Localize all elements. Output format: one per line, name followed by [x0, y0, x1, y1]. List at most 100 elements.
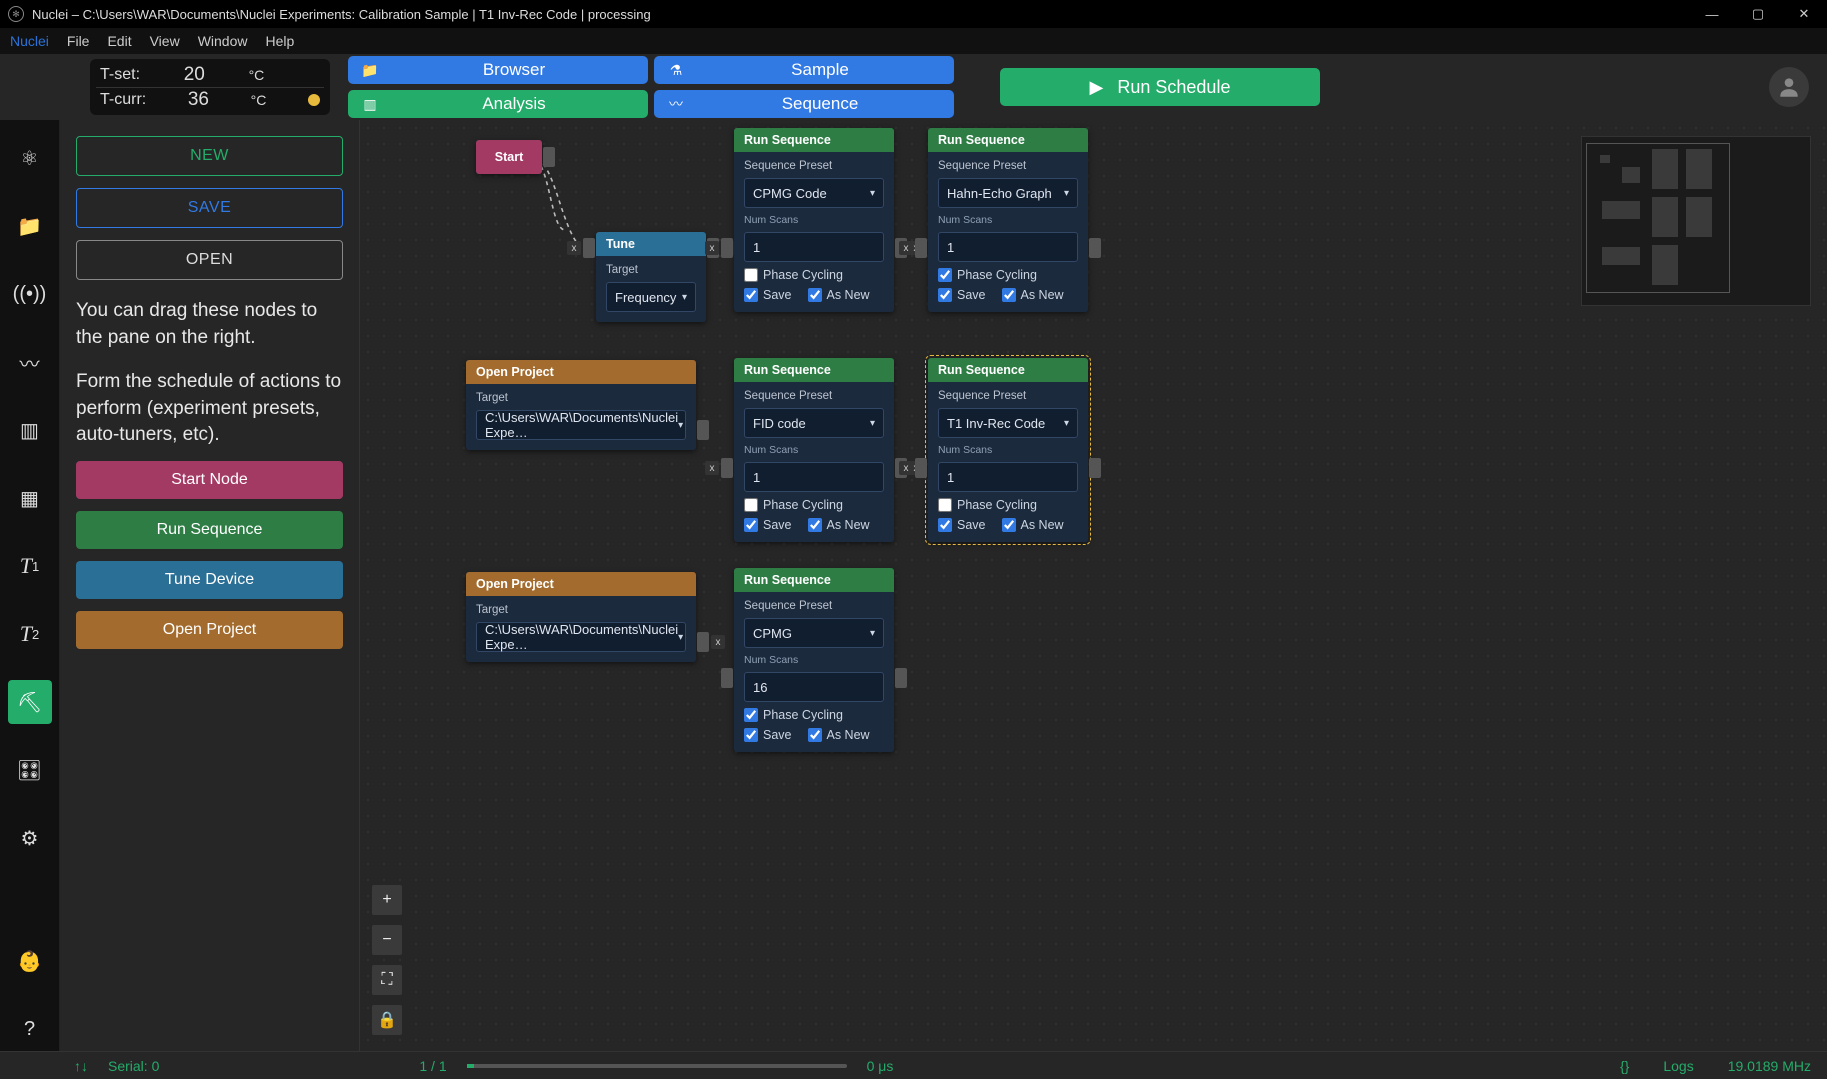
node-run-5[interactable]: Run Sequence Sequence Preset CPMG▾ Num S…: [734, 568, 894, 752]
preset-select[interactable]: Hahn-Echo Graph▾: [938, 178, 1078, 208]
project-path-select[interactable]: C:\Users\WAR\Documents\Nuclei Expe…▾: [476, 622, 686, 652]
menu-view[interactable]: View: [150, 33, 180, 49]
node-run-4[interactable]: x Run Sequence Sequence Preset T1 Inv-Re…: [928, 358, 1088, 542]
menu-edit[interactable]: Edit: [107, 33, 131, 49]
preset-select[interactable]: FID code▾: [744, 408, 884, 438]
zoom-in-button[interactable]: +: [372, 885, 402, 915]
asnew-check[interactable]: [808, 288, 822, 302]
menu-window[interactable]: Window: [198, 33, 248, 49]
node-run-3[interactable]: x Run Sequence Sequence Preset FID code▾…: [734, 358, 894, 542]
folder-icon[interactable]: 📁: [8, 204, 52, 248]
node-start[interactable]: Start: [476, 140, 542, 174]
port-out[interactable]: x: [697, 632, 709, 652]
asnew-check[interactable]: [808, 518, 822, 532]
save-check[interactable]: [744, 728, 758, 742]
user-avatar[interactable]: [1769, 67, 1809, 107]
zoom-out-button[interactable]: −: [372, 925, 402, 955]
menu-help[interactable]: Help: [265, 33, 294, 49]
zoom-fit-button[interactable]: ⛶: [372, 965, 402, 995]
bar-chart-icon[interactable]: ▥: [8, 408, 52, 452]
preset-select[interactable]: T1 Inv-Rec Code▾: [938, 408, 1078, 438]
t1-icon[interactable]: T1: [8, 544, 52, 588]
window-title: Nuclei – C:\Users\WAR\Documents\Nuclei E…: [32, 7, 651, 22]
run-schedule-button[interactable]: ▶ Run Schedule: [1000, 68, 1320, 106]
close-button[interactable]: ✕: [1781, 0, 1827, 28]
port-in[interactable]: [721, 668, 733, 688]
serial-arrows[interactable]: ↑↓: [74, 1058, 88, 1074]
logs-braces[interactable]: {}: [1620, 1058, 1629, 1074]
node-run1-title: Run Sequence: [734, 128, 894, 152]
zoom-lock-button[interactable]: 🔒: [372, 1005, 402, 1035]
palette-run-node[interactable]: Run Sequence: [76, 511, 343, 549]
preset-select[interactable]: CPMG▾: [744, 618, 884, 648]
graph-canvas[interactable]: Start x Tune Target Frequency▾ x x Run S…: [360, 120, 1827, 1051]
t2-icon[interactable]: T2: [8, 612, 52, 656]
phase-check[interactable]: [938, 268, 952, 282]
minimize-button[interactable]: —: [1689, 0, 1735, 28]
top-toolbar: T-set: 20 °C T-curr: 36 °C 📁Browser ⚗Sam…: [0, 54, 1827, 120]
save-check[interactable]: [938, 288, 952, 302]
science-icon[interactable]: ⚛: [8, 136, 52, 180]
save-check[interactable]: [744, 518, 758, 532]
tune-target-select[interactable]: Frequency▾: [606, 282, 696, 312]
node-run-2[interactable]: x Run Sequence Sequence Preset Hahn-Echo…: [928, 128, 1088, 312]
save-check[interactable]: [938, 518, 952, 532]
phase-check[interactable]: [744, 708, 758, 722]
port-in[interactable]: x: [583, 238, 595, 258]
settings-icon[interactable]: ⚙: [8, 816, 52, 860]
phase-check[interactable]: [744, 268, 758, 282]
tab-sequence[interactable]: 〰Sequence: [654, 90, 954, 118]
tab-sample[interactable]: ⚗Sample: [654, 56, 954, 84]
node-open-1[interactable]: Open Project Target C:\Users\WAR\Documen…: [466, 360, 696, 450]
menu-app[interactable]: Nuclei: [10, 33, 49, 49]
asnew-check[interactable]: [808, 728, 822, 742]
phase-check[interactable]: [938, 498, 952, 512]
palette-open-node[interactable]: Open Project: [76, 611, 343, 649]
line-chart-icon[interactable]: 〰: [8, 340, 52, 384]
preset-select[interactable]: CPMG Code▾: [744, 178, 884, 208]
scans-input[interactable]: [744, 462, 884, 492]
port-in[interactable]: x: [915, 238, 927, 258]
project-path-select[interactable]: C:\Users\WAR\Documents\Nuclei Expe…▾: [476, 410, 686, 440]
logs-button[interactable]: Logs: [1663, 1058, 1693, 1074]
asnew-check[interactable]: [1002, 288, 1016, 302]
port-in[interactable]: x: [721, 458, 733, 478]
node-run-1[interactable]: x Run Sequence Sequence Preset CPMG Code…: [734, 128, 894, 312]
tcurr-value: 36: [188, 89, 209, 111]
port-out[interactable]: [1089, 238, 1101, 258]
minimap[interactable]: [1581, 136, 1811, 306]
tset-value[interactable]: 20: [184, 64, 205, 86]
scans-input[interactable]: [744, 672, 884, 702]
port-out[interactable]: [895, 668, 907, 688]
port-in[interactable]: x: [915, 458, 927, 478]
port-in[interactable]: x: [721, 238, 733, 258]
phase-check[interactable]: [744, 498, 758, 512]
node-start-label: Start: [476, 140, 542, 174]
asnew-check[interactable]: [1002, 518, 1016, 532]
broadcast-icon[interactable]: ((•)): [8, 272, 52, 316]
scans-input[interactable]: [938, 462, 1078, 492]
node-open-2[interactable]: Open Project Target C:\Users\WAR\Documen…: [466, 572, 696, 662]
maximize-button[interactable]: ▢: [1735, 0, 1781, 28]
scans-input[interactable]: [938, 232, 1078, 262]
schedule-editor-icon[interactable]: ⛏: [8, 680, 52, 724]
stroller-icon[interactable]: 👶: [8, 939, 52, 983]
tab-browser[interactable]: 📁Browser: [348, 56, 648, 84]
port-out[interactable]: [543, 147, 555, 167]
port-out[interactable]: [1089, 458, 1101, 478]
apps-add-icon[interactable]: ▦: [8, 476, 52, 520]
port-out[interactable]: [697, 420, 709, 440]
menu-bar: Nuclei File Edit View Window Help: [0, 28, 1827, 54]
tab-analysis[interactable]: ▥Analysis: [348, 90, 648, 118]
menu-file[interactable]: File: [67, 33, 90, 49]
help-icon[interactable]: ?: [8, 1007, 52, 1051]
save-button[interactable]: SAVE: [76, 188, 343, 228]
device-icon[interactable]: 🎛: [8, 748, 52, 792]
node-tune[interactable]: x Tune Target Frequency▾ x: [596, 232, 706, 322]
open-button[interactable]: OPEN: [76, 240, 343, 280]
scans-input[interactable]: [744, 232, 884, 262]
new-button[interactable]: NEW: [76, 136, 343, 176]
palette-tune-node[interactable]: Tune Device: [76, 561, 343, 599]
save-check[interactable]: [744, 288, 758, 302]
palette-start-node[interactable]: Start Node: [76, 461, 343, 499]
